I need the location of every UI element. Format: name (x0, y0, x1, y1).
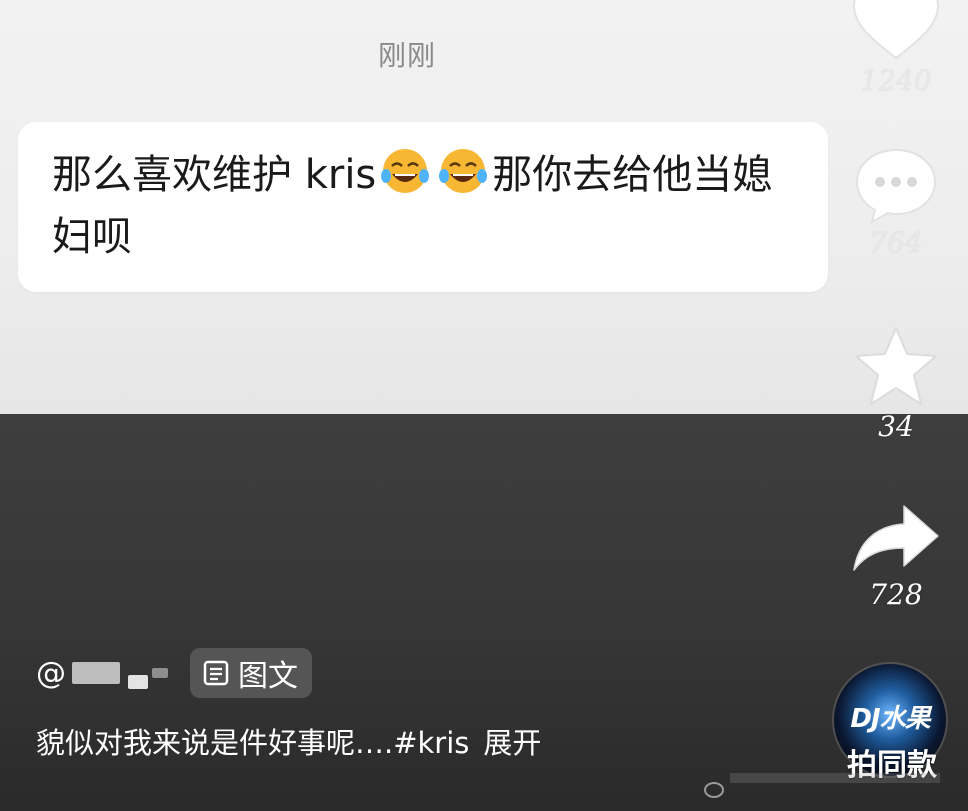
share-arrow-icon (853, 505, 939, 571)
expand-button[interactable]: 展开 (483, 726, 541, 760)
like-count: 1240 (860, 64, 932, 97)
laughing-with-tears-emoji-icon (439, 149, 488, 193)
favorite-button[interactable]: 34 (846, 324, 946, 443)
weibo-watermark-icon (704, 773, 940, 798)
comment-icon (855, 148, 937, 224)
comment-count: 764 (869, 226, 923, 259)
star-icon (855, 327, 937, 405)
share-button[interactable]: 728 (846, 500, 946, 611)
favorite-count: 34 (878, 410, 914, 443)
caption-text: 貌似对我来说是件好事呢….#kris (36, 726, 470, 760)
music-disc-logo: DJ水果 (850, 704, 930, 734)
comment-text-part-1: 那么喜欢维护 kris (52, 152, 377, 198)
post-caption[interactable]: 貌似对我来说是件好事呢….#kris 展开 (36, 720, 541, 762)
share-count: 728 (869, 578, 923, 611)
laughing-with-tears-emoji-icon (381, 149, 430, 193)
image-text-tag[interactable]: 图文 (190, 648, 312, 698)
comment-bubble: 那么喜欢维护 kris 那你去给他当媳妇呗 (18, 122, 828, 292)
comment-timestamp: 刚刚 (378, 39, 437, 72)
comment-text: 那么喜欢维护 kris 那你去给他当媳妇呗 (52, 144, 812, 268)
like-button[interactable]: 1240 (846, 0, 946, 97)
blurred-author-name (72, 662, 120, 684)
author-row: @ 图文 (36, 648, 312, 698)
image-text-tag-label: 图文 (238, 659, 298, 694)
heart-icon (852, 0, 940, 60)
image-text-icon (203, 660, 229, 686)
blurred-author-name-part (128, 675, 148, 689)
blurred-author-name-part (152, 668, 168, 678)
comment-button[interactable]: 764 (846, 146, 946, 259)
author-name[interactable]: @ (36, 656, 66, 691)
